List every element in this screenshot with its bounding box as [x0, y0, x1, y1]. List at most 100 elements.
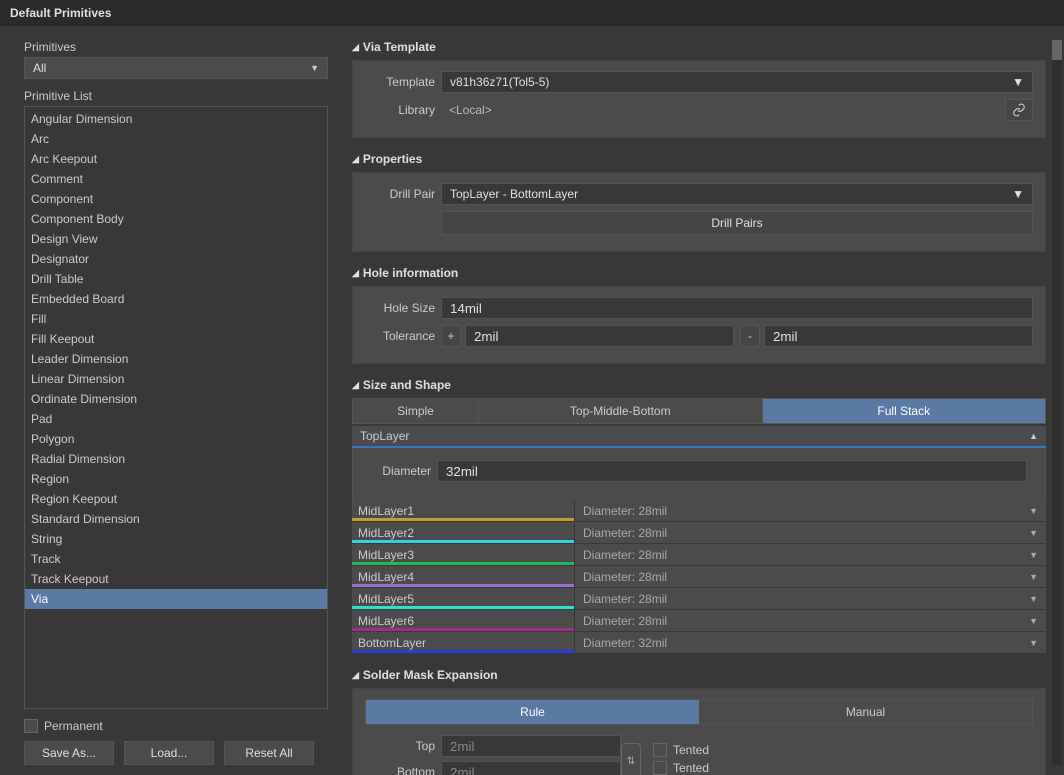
layer-diameter[interactable]: Diameter: 28mil▼	[574, 566, 1046, 587]
section-via-template[interactable]: ◢ Via Template	[352, 40, 1046, 54]
collapse-icon: ◢	[352, 380, 359, 391]
layer-diameter[interactable]: Diameter: 28mil▼	[574, 500, 1046, 521]
layer-row[interactable]: MidLayer4Diameter: 28mil▼	[352, 566, 1046, 588]
template-dropdown[interactable]: v81h36z71(Tol5-5) ▼	[441, 71, 1033, 93]
permanent-checkbox[interactable]	[24, 719, 38, 733]
list-item[interactable]: Track Keepout	[25, 569, 327, 589]
solder-bottom-label: Bottom	[375, 765, 435, 775]
drill-pairs-button[interactable]: Drill Pairs	[441, 211, 1033, 235]
list-item[interactable]: Design View	[25, 229, 327, 249]
solder-tab[interactable]: Manual	[699, 700, 1032, 724]
tented-top-checkbox[interactable]	[653, 743, 667, 757]
layer-name: MidLayer5	[352, 588, 574, 609]
layer-row[interactable]: MidLayer2Diameter: 28mil▼	[352, 522, 1046, 544]
layer-color-bar	[352, 584, 574, 587]
list-item[interactable]: String	[25, 529, 327, 549]
list-item[interactable]: Radial Dimension	[25, 449, 327, 469]
primitives-dropdown[interactable]: All ▼	[24, 57, 328, 79]
layer-name: MidLayer2	[352, 522, 574, 543]
diameter-input[interactable]	[437, 460, 1027, 482]
chevron-down-icon: ▼	[1029, 638, 1038, 648]
layer-diameter[interactable]: Diameter: 28mil▼	[574, 544, 1046, 565]
section-size-shape[interactable]: ◢ Size and Shape	[352, 378, 1046, 392]
list-item[interactable]: Track	[25, 549, 327, 569]
list-item[interactable]: Via	[25, 589, 327, 609]
load-button[interactable]: Load...	[124, 741, 214, 765]
layer-toplayer-header[interactable]: TopLayer ▲	[352, 426, 1046, 448]
size-shape-tab[interactable]: Top-Middle-Bottom	[479, 399, 763, 423]
layer-row[interactable]: MidLayer1Diameter: 28mil▼	[352, 500, 1046, 522]
section-title: Size and Shape	[363, 378, 451, 392]
tolerance-plus-input[interactable]	[465, 325, 734, 347]
scrollbar[interactable]	[1052, 40, 1062, 765]
layer-diameter[interactable]: Diameter: 32mil▼	[574, 632, 1046, 653]
size-shape-tabs: SimpleTop-Middle-BottomFull Stack	[352, 398, 1046, 424]
chevron-down-icon: ▼	[310, 63, 319, 73]
hole-size-label: Hole Size	[365, 301, 435, 315]
layer-row[interactable]: MidLayer6Diameter: 28mil▼	[352, 610, 1046, 632]
collapse-icon: ◢	[352, 670, 359, 681]
section-title: Via Template	[363, 40, 436, 54]
list-item[interactable]: Fill Keepout	[25, 329, 327, 349]
primitive-list[interactable]: Angular DimensionArcArc KeepoutCommentCo…	[24, 106, 328, 709]
list-item[interactable]: Arc	[25, 129, 327, 149]
section-hole-info[interactable]: ◢ Hole information	[352, 266, 1046, 280]
content-panel: ◢ Via Template Template v81h36z71(Tol5-5…	[338, 26, 1064, 775]
primitive-list-label: Primitive List	[24, 89, 328, 103]
section-solder-mask[interactable]: ◢ Solder Mask Expansion	[352, 668, 1046, 682]
link-icon[interactable]	[1005, 99, 1033, 121]
list-item[interactable]: Region	[25, 469, 327, 489]
size-shape-tab[interactable]: Full Stack	[763, 399, 1046, 423]
list-item[interactable]: Embedded Board	[25, 289, 327, 309]
list-item[interactable]: Component	[25, 189, 327, 209]
section-title: Properties	[363, 152, 422, 166]
scrollbar-thumb[interactable]	[1052, 40, 1062, 60]
layer-color-bar	[352, 540, 574, 543]
primitives-label: Primitives	[24, 40, 328, 54]
list-item[interactable]: Pad	[25, 409, 327, 429]
solder-tab[interactable]: Rule	[366, 700, 699, 724]
collapse-icon: ◢	[352, 154, 359, 165]
layer-name: BottomLayer	[352, 632, 574, 653]
list-item[interactable]: Standard Dimension	[25, 509, 327, 529]
diameter-label: Diameter	[371, 464, 431, 478]
hole-size-input[interactable]	[441, 297, 1033, 319]
save-as-button[interactable]: Save As...	[24, 741, 114, 765]
tented-bottom-checkbox[interactable]	[653, 761, 667, 775]
list-item[interactable]: Leader Dimension	[25, 349, 327, 369]
list-item[interactable]: Polygon	[25, 429, 327, 449]
tolerance-minus-input[interactable]	[764, 325, 1033, 347]
chevron-up-icon: ▲	[1029, 431, 1038, 441]
layer-diameter[interactable]: Diameter: 28mil▼	[574, 610, 1046, 631]
layer-diameter[interactable]: Diameter: 28mil▼	[574, 588, 1046, 609]
list-item[interactable]: Component Body	[25, 209, 327, 229]
solder-bottom-input	[441, 761, 621, 775]
layer-row[interactable]: MidLayer3Diameter: 28mil▼	[352, 544, 1046, 566]
solder-top-label: Top	[375, 739, 435, 753]
list-item[interactable]: Drill Table	[25, 269, 327, 289]
list-item[interactable]: Designator	[25, 249, 327, 269]
list-item[interactable]: Ordinate Dimension	[25, 389, 327, 409]
list-item[interactable]: Linear Dimension	[25, 369, 327, 389]
layer-row[interactable]: MidLayer5Diameter: 28mil▼	[352, 588, 1046, 610]
layer-color-bar	[352, 518, 574, 521]
list-item[interactable]: Fill	[25, 309, 327, 329]
list-item[interactable]: Arc Keepout	[25, 149, 327, 169]
list-item[interactable]: Region Keepout	[25, 489, 327, 509]
list-item[interactable]: Angular Dimension	[25, 109, 327, 129]
drill-pair-dropdown[interactable]: TopLayer - BottomLayer ▼	[441, 183, 1033, 205]
sidebar: Primitives All ▼ Primitive List Angular …	[0, 26, 338, 775]
collapse-icon: ◢	[352, 268, 359, 279]
section-properties[interactable]: ◢ Properties	[352, 152, 1046, 166]
section-title: Solder Mask Expansion	[363, 668, 498, 682]
layer-name: MidLayer1	[352, 500, 574, 521]
layer-name: MidLayer3	[352, 544, 574, 565]
list-item[interactable]: Comment	[25, 169, 327, 189]
layer-color-bar	[352, 606, 574, 609]
chevron-down-icon: ▼	[1029, 506, 1038, 516]
reset-all-button[interactable]: Reset All	[224, 741, 314, 765]
layer-diameter[interactable]: Diameter: 28mil▼	[574, 522, 1046, 543]
size-shape-tab[interactable]: Simple	[353, 399, 479, 423]
link-top-bottom-icon[interactable]: ⇅	[621, 743, 641, 775]
layer-row[interactable]: BottomLayerDiameter: 32mil▼	[352, 632, 1046, 654]
